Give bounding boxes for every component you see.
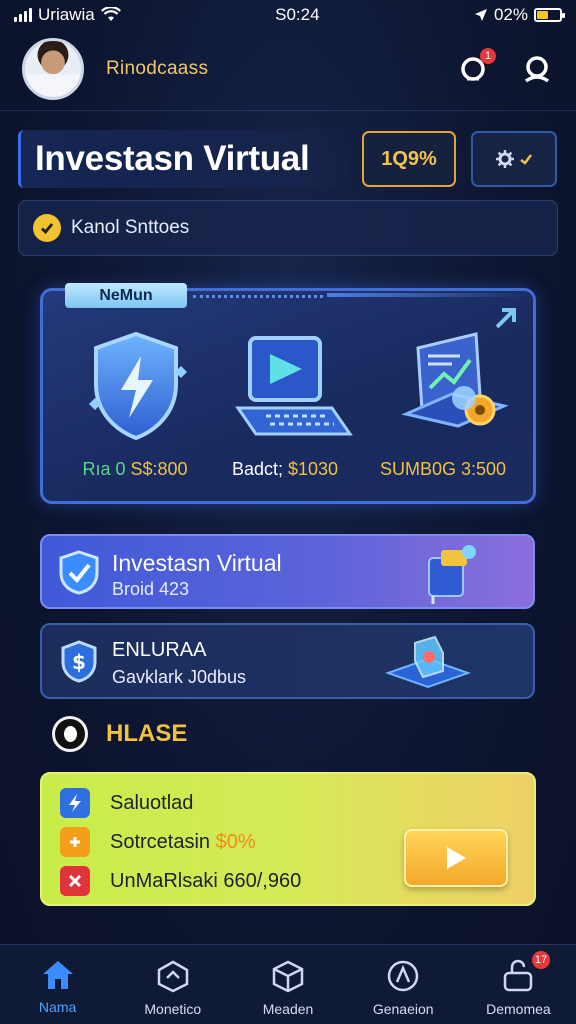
lightning-icon xyxy=(60,788,90,818)
check-small-icon xyxy=(520,154,532,165)
status-text: Kanol Snttoes xyxy=(71,217,190,238)
shield-dollar-icon: $ xyxy=(56,638,102,684)
hlase-row[interactable]: HLASE xyxy=(52,712,187,756)
investment-card-title: Investasn Virtual xyxy=(112,550,282,576)
nav-item-genaeion[interactable]: Genaeion xyxy=(346,945,461,1024)
play-icon xyxy=(447,847,466,869)
check-circle-icon xyxy=(33,214,61,242)
close-icon xyxy=(60,866,90,896)
panel-tag-line xyxy=(193,295,323,299)
panel-tag-bar xyxy=(327,293,527,297)
page-title: Investasn Virtual xyxy=(35,139,310,178)
laptop-play-icon xyxy=(235,336,353,436)
avatar[interactable] xyxy=(22,38,84,100)
feature-laptop[interactable] xyxy=(218,321,368,451)
nav-item-demomea[interactable]: 17 Demomea xyxy=(461,945,576,1024)
compass-icon xyxy=(387,960,419,992)
status-card[interactable]: Kanol Snttoes xyxy=(18,200,558,256)
device-illustration-icon xyxy=(428,545,476,604)
enluraa-card[interactable]: $ ENLURAA Gavklark J0dbus xyxy=(40,623,535,699)
nav-badge: 17 xyxy=(532,951,551,969)
page-title-box: Investasn Virtual xyxy=(18,130,348,188)
promo-card: Saluotlad Sotrcetasin $0% UnMaRlsaki 660… xyxy=(40,772,536,906)
panel-tag: NeMun xyxy=(65,283,187,308)
carrier-name: Uriawia xyxy=(38,5,95,24)
nav-label: Monetico xyxy=(144,1001,202,1017)
nav-label: Nama xyxy=(38,999,77,1015)
hlase-logo-icon xyxy=(52,716,88,752)
box-icon xyxy=(157,960,189,993)
chart-gear-icon xyxy=(401,332,509,428)
gear-icon xyxy=(496,150,514,168)
app-header: Rinodcaass 1 xyxy=(0,36,576,102)
header-divider xyxy=(0,110,576,111)
feature-panel: NeMun Rıa 0 S$:800 Badct; $1030 SUMB0G 3… xyxy=(40,283,536,504)
play-button[interactable] xyxy=(404,829,508,887)
shield-check-icon xyxy=(56,549,102,595)
enluraa-card-title: ENLURAA xyxy=(112,639,207,661)
promo-row: Sotrcetasin $0% xyxy=(60,827,256,857)
enluraa-card-subtitle: Gavklark J0dbus xyxy=(112,667,247,687)
shield-lightning-icon xyxy=(89,331,187,441)
feature-label-1: Rıa 0 S$:800 xyxy=(82,459,188,479)
investment-card-subtitle: Broid 423 xyxy=(112,579,190,599)
settings-button[interactable] xyxy=(471,131,557,187)
notification-badge: 1 xyxy=(480,48,496,64)
home-icon xyxy=(42,961,73,989)
nav-item-home[interactable]: Nama xyxy=(0,945,115,1024)
status-bar: Uriawia S0:24 02% xyxy=(0,0,576,30)
feature-chart[interactable] xyxy=(378,321,528,451)
coin-icon xyxy=(60,827,90,857)
cube-platform-icon xyxy=(384,635,472,689)
feature-label-3: SUMB0G 3:500 xyxy=(379,459,507,479)
feature-shield[interactable] xyxy=(61,321,211,451)
nav-label: Meaden xyxy=(262,1001,314,1017)
cell-signal-icon xyxy=(14,8,32,22)
user-name: Rinodcaass xyxy=(106,58,209,79)
battery-icon xyxy=(534,8,565,22)
cube-icon xyxy=(272,960,304,993)
clock: S0:24 xyxy=(275,5,320,24)
investment-card[interactable]: Investasn Virtual Broid 423 xyxy=(40,534,535,609)
battery-percent: 02% xyxy=(493,5,528,24)
nav-label: Genaeion xyxy=(372,1001,434,1017)
feature-label-2: Badct; $1030 xyxy=(231,459,339,479)
nav-item-meaden[interactable]: Meaden xyxy=(230,945,345,1024)
location-arrow-icon xyxy=(474,9,487,21)
svg-text:$: $ xyxy=(72,650,86,674)
promo-row: Saluotlad xyxy=(60,788,193,818)
profile-icon xyxy=(504,959,533,992)
profile-button[interactable] xyxy=(520,52,554,86)
promo-row: UnMaRlsaki 660/,960 xyxy=(60,866,301,896)
nav-item-monetico[interactable]: Monetico xyxy=(115,945,230,1024)
hlase-label: HLASE xyxy=(106,720,188,747)
percent-badge[interactable]: 1Q9% xyxy=(362,131,456,187)
bottom-nav: Nama Monetico Meaden Genaeion 17 Demomea xyxy=(0,944,576,1024)
nav-label: Demomea xyxy=(486,1001,551,1017)
user-icon xyxy=(524,56,550,83)
wifi-icon xyxy=(100,7,121,21)
notifications-button[interactable]: 1 xyxy=(456,48,496,86)
